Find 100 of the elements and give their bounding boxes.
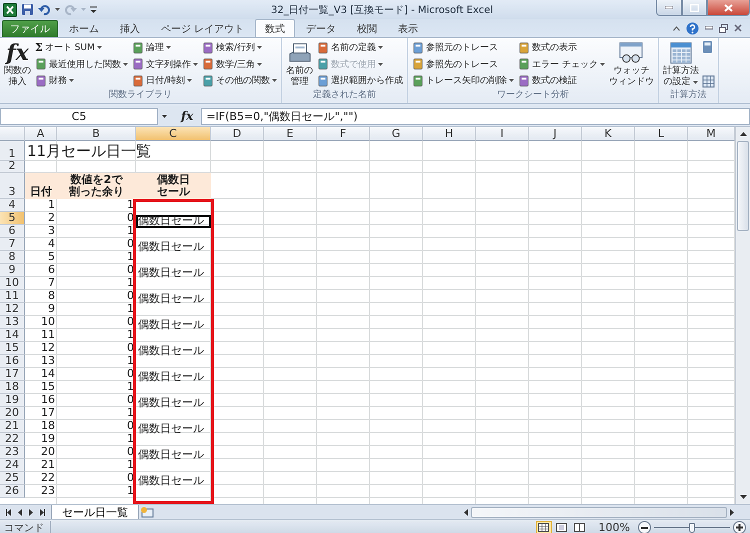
view-button[interactable] bbox=[572, 520, 588, 533]
column-header[interactable]: J bbox=[529, 127, 582, 141]
row-header[interactable]: 17 bbox=[0, 368, 25, 381]
row-header[interactable]: 3 bbox=[0, 173, 25, 199]
row-header[interactable]: 5 bbox=[0, 212, 25, 225]
maximize-button[interactable] bbox=[682, 0, 707, 16]
save-icon[interactable] bbox=[21, 3, 34, 16]
column-header[interactable]: A bbox=[25, 127, 57, 141]
ribbon-button[interactable]: 数学/三角 bbox=[201, 56, 278, 72]
scroll-down-icon[interactable] bbox=[740, 495, 746, 499]
row-header[interactable]: 23 bbox=[0, 446, 25, 459]
minimize-icon[interactable] bbox=[705, 26, 713, 30]
ribbon-tab[interactable]: ページ レイアウト bbox=[151, 20, 254, 37]
row-header[interactable]: 18 bbox=[0, 381, 25, 394]
column-header[interactable]: D bbox=[211, 127, 264, 141]
sheet-tab[interactable]: セール日一覧 bbox=[51, 504, 139, 520]
ribbon-tab[interactable]: データ bbox=[296, 20, 346, 37]
ribbon-button[interactable]: 数式の検証 bbox=[517, 73, 606, 88]
row-header[interactable]: 6 bbox=[0, 225, 25, 238]
formula-field[interactable]: =IF(B5=0,"偶数日セール","") bbox=[201, 108, 750, 124]
ribbon-button[interactable]: 選択範囲から作成 bbox=[316, 73, 404, 88]
customize-icon[interactable] bbox=[90, 6, 97, 14]
ribbon-button[interactable]: 計算方法 の設定 bbox=[662, 39, 700, 89]
row-header[interactable]: 19 bbox=[0, 394, 25, 407]
calculator-icon[interactable] bbox=[702, 40, 713, 54]
ribbon-button[interactable]: 参照元のトレース bbox=[411, 40, 515, 55]
collapse-ribbon-icon[interactable] bbox=[673, 26, 680, 30]
row-header[interactable]: 12 bbox=[0, 303, 25, 316]
ribbon-button[interactable]: 検索/行列 bbox=[201, 40, 278, 55]
column-header[interactable]: I bbox=[476, 127, 529, 141]
ribbon-button[interactable]: fx 関数の 挿入 bbox=[3, 39, 32, 89]
ribbon-button[interactable]: 論理 bbox=[131, 40, 199, 55]
ribbon-button[interactable]: 参照先のトレース bbox=[411, 56, 515, 72]
scroll-thumb[interactable] bbox=[737, 141, 749, 231]
row-header[interactable]: 16 bbox=[0, 355, 25, 368]
active-cell[interactable]: 偶数日セール bbox=[136, 215, 211, 228]
ribbon-button[interactable]: 文字列操作 bbox=[131, 56, 199, 72]
view-button[interactable] bbox=[554, 520, 570, 533]
zoom-thumb[interactable] bbox=[689, 522, 695, 532]
ribbon-button[interactable]: ウォッチ ウィンドウ bbox=[608, 39, 655, 89]
column-header[interactable]: C bbox=[136, 127, 211, 141]
ribbon-button[interactable]: その他の関数 bbox=[201, 73, 278, 88]
column-header[interactable]: G bbox=[370, 127, 423, 141]
name-box[interactable]: C5 bbox=[0, 108, 158, 124]
column-header[interactable]: E bbox=[264, 127, 317, 141]
restore-icon[interactable] bbox=[719, 24, 728, 32]
column-header[interactable]: H bbox=[423, 127, 476, 141]
ribbon-button[interactable]: 日付/時刻 bbox=[131, 73, 199, 88]
row-header[interactable]: 11 bbox=[0, 290, 25, 303]
vertical-scrollbar[interactable] bbox=[735, 127, 750, 504]
close-icon[interactable] bbox=[734, 24, 742, 32]
row-header[interactable]: 20 bbox=[0, 407, 25, 420]
row-header[interactable]: 24 bbox=[0, 459, 25, 472]
scroll-up-icon[interactable] bbox=[740, 132, 746, 136]
column-header[interactable]: F bbox=[317, 127, 370, 141]
minimize-button[interactable] bbox=[656, 0, 682, 16]
zoom-out-button[interactable] bbox=[638, 521, 651, 533]
ribbon-tab[interactable]: 校閲 bbox=[347, 20, 388, 37]
row-header[interactable]: 25 bbox=[0, 472, 25, 485]
ribbon-button[interactable]: 名前の定義 bbox=[316, 40, 404, 55]
row-header[interactable]: 7 bbox=[0, 238, 25, 251]
row-header[interactable]: 15 bbox=[0, 342, 25, 355]
row-header[interactable]: 13 bbox=[0, 316, 25, 329]
undo-icon[interactable] bbox=[38, 4, 51, 16]
scroll-left-icon[interactable] bbox=[464, 508, 468, 516]
row-header[interactable]: 26 bbox=[0, 485, 25, 498]
column-header[interactable]: K bbox=[582, 127, 635, 141]
close-button[interactable] bbox=[707, 0, 750, 16]
row-header[interactable]: 21 bbox=[0, 420, 25, 433]
ribbon-button[interactable]: 名前の 管理 bbox=[285, 39, 314, 89]
row-header[interactable]: 10 bbox=[0, 277, 25, 290]
row-header[interactable]: 2 bbox=[0, 161, 25, 173]
row-header[interactable]: 1 bbox=[0, 141, 25, 161]
ribbon-button[interactable]: 数式の表示 bbox=[517, 40, 606, 55]
function-glyph[interactable]: fx bbox=[181, 110, 194, 122]
help-icon[interactable] bbox=[686, 22, 699, 34]
insert-sheet-icon[interactable] bbox=[139, 506, 155, 518]
scroll-right-icon[interactable] bbox=[730, 508, 734, 516]
row-header[interactable]: 9 bbox=[0, 264, 25, 277]
ribbon-button[interactable]: 最近使用した関数 bbox=[34, 56, 129, 72]
ribbon-button[interactable]: エラー チェック bbox=[517, 56, 606, 72]
row-header[interactable]: 4 bbox=[0, 199, 25, 212]
zoom-in-button[interactable] bbox=[733, 521, 746, 533]
ribbon-tab[interactable]: 挿入 bbox=[110, 20, 150, 37]
sheet-nav-icon[interactable] bbox=[39, 508, 45, 516]
column-header[interactable]: L bbox=[635, 127, 688, 141]
sheet-nav-icon[interactable] bbox=[6, 508, 12, 516]
row-header[interactable]: 22 bbox=[0, 433, 25, 446]
column-header[interactable]: B bbox=[57, 127, 136, 141]
scroll-thumb[interactable] bbox=[471, 506, 727, 518]
column-header[interactable]: M bbox=[688, 127, 735, 141]
excel-logo-icon[interactable] bbox=[3, 2, 17, 16]
ribbon-tab[interactable]: ファイル bbox=[2, 20, 58, 37]
sheet-icon[interactable] bbox=[702, 75, 715, 88]
row-header[interactable]: 8 bbox=[0, 251, 25, 264]
ribbon-button[interactable]: トレース矢印の削除 bbox=[411, 73, 515, 88]
ribbon-button[interactable]: 財務 bbox=[34, 73, 129, 88]
ribbon-tab[interactable]: ホーム bbox=[59, 20, 109, 37]
ribbon-tab[interactable]: 表示 bbox=[388, 20, 428, 37]
ribbon-button[interactable]: Σ オート SUM bbox=[34, 40, 129, 55]
